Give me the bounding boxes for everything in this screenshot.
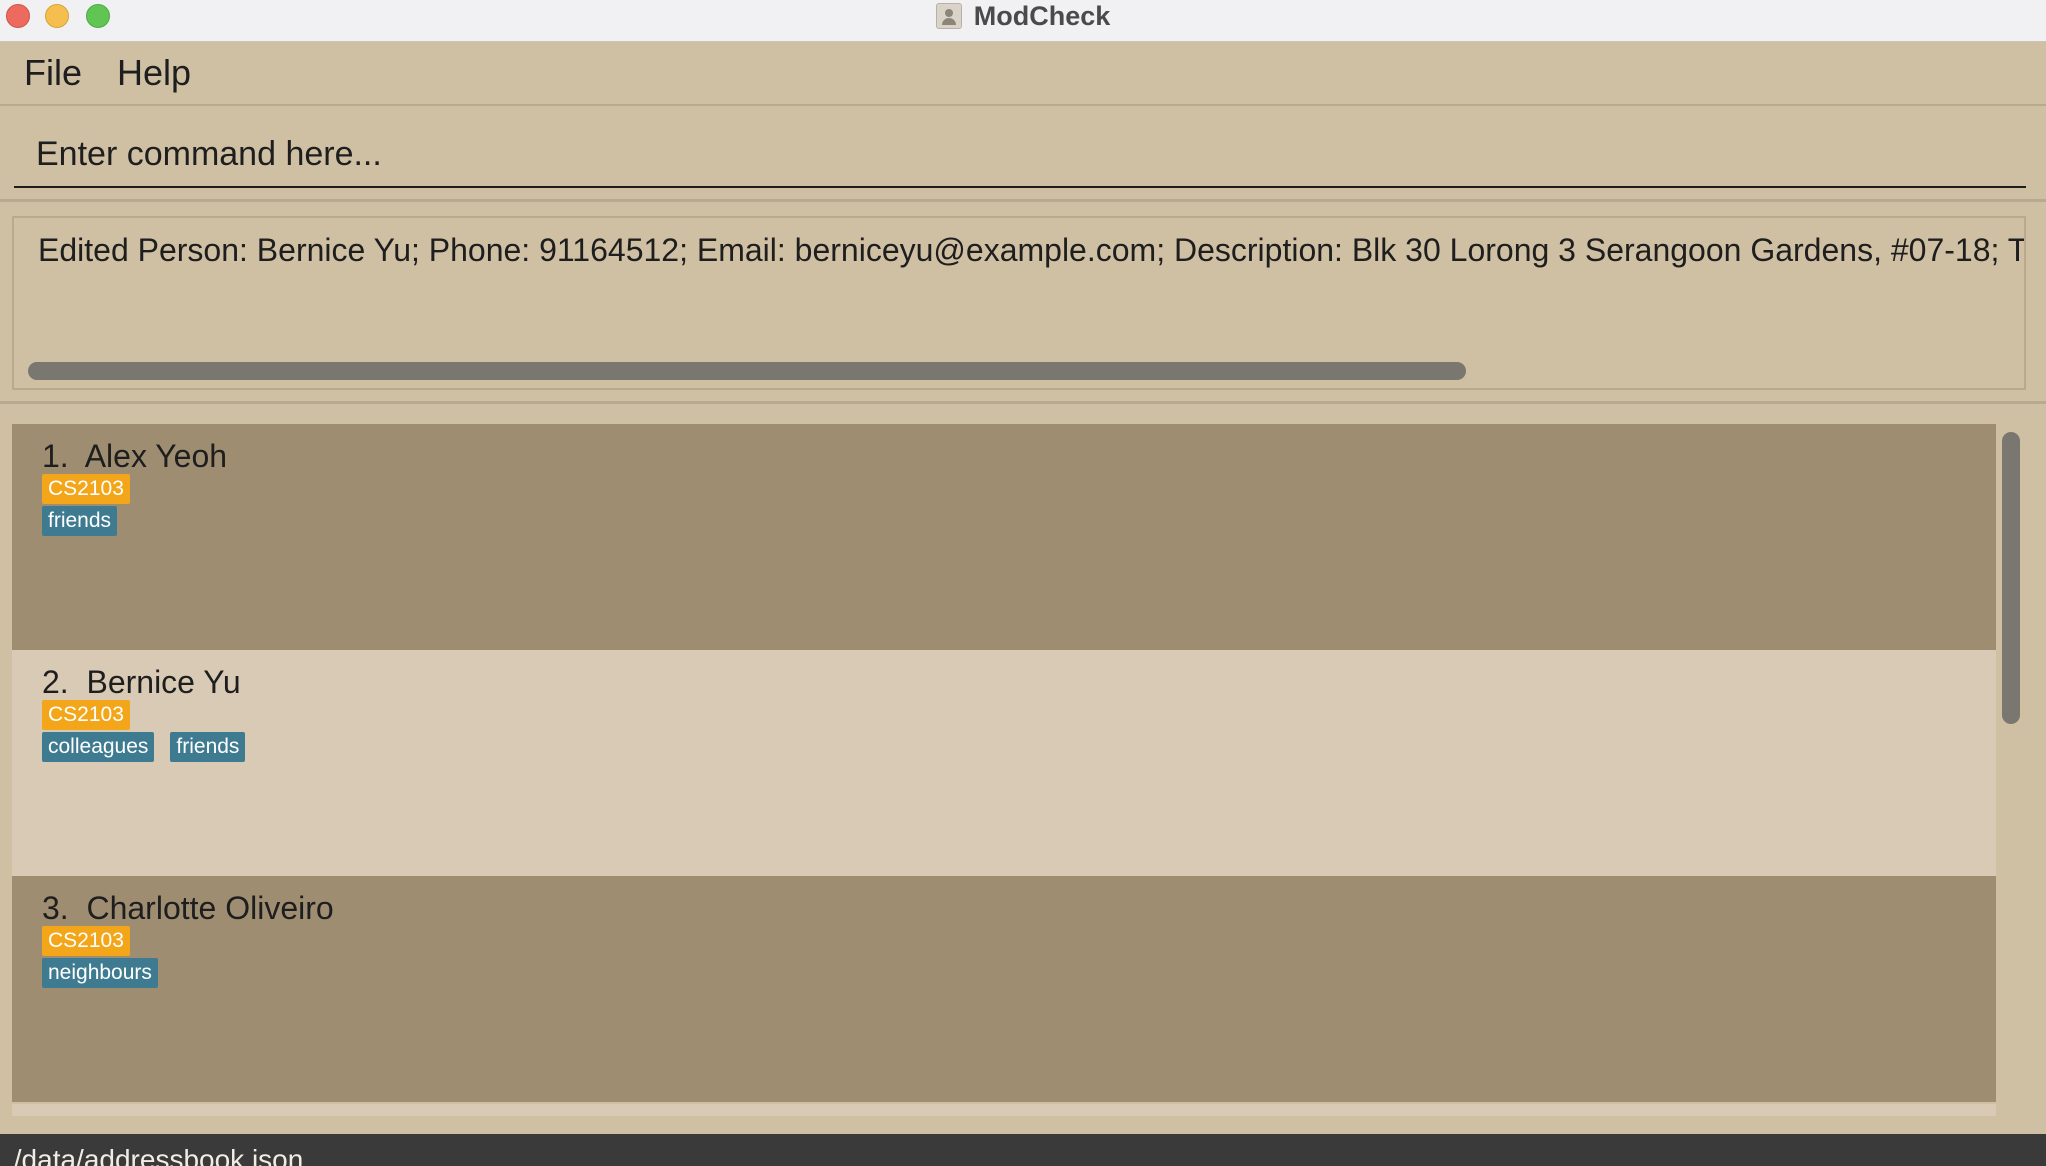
- command-input[interactable]: [14, 122, 2026, 188]
- module-tag: CS2103: [42, 474, 130, 504]
- person-index: 1.: [42, 438, 69, 474]
- menu-file[interactable]: File: [24, 52, 82, 94]
- person-card[interactable]: 3. Charlotte Oliveiro CS2103 neighbours: [12, 876, 1996, 1102]
- group-tag: colleagues: [42, 732, 155, 762]
- module-tags: CS2103: [42, 700, 130, 730]
- person-card[interactable]: 2. Bernice Yu CS2103 colleagues friends: [12, 650, 1996, 876]
- person-name: Charlotte Oliveiro: [86, 890, 334, 926]
- group-tag: neighbours: [42, 958, 158, 988]
- person-name: Bernice Yu: [86, 664, 241, 700]
- group-tags: colleagues friends: [42, 732, 246, 762]
- menu-bar: File Help: [0, 42, 2046, 106]
- person-name: Alex Yeoh: [84, 438, 228, 474]
- module-tag: CS2103: [42, 700, 130, 730]
- result-display[interactable]: Edited Person: Bernice Yu; Phone: 911645…: [12, 216, 2026, 390]
- window-title: ModCheck: [973, 0, 1111, 31]
- group-tag: friends: [42, 506, 118, 536]
- person-name-line: 1. Alex Yeoh: [42, 438, 227, 475]
- module-tags: CS2103: [42, 474, 130, 504]
- result-message: Edited Person: Bernice Yu; Phone: 911645…: [38, 232, 2024, 268]
- command-box: [0, 106, 2046, 202]
- person-card[interactable]: 1. Alex Yeoh CS2103 friends: [12, 424, 1996, 650]
- result-display-panel: Edited Person: Bernice Yu; Phone: 911645…: [0, 202, 2046, 404]
- status-bar: ./data/addressbook.json: [0, 1134, 2046, 1166]
- group-tags: neighbours: [42, 958, 158, 988]
- person-name-line: 2. Bernice Yu: [42, 664, 241, 701]
- next-card-edge: [12, 1104, 1996, 1116]
- title-group: ModCheck: [0, 0, 2046, 32]
- person-list: 1. Alex Yeoh CS2103 friends 2. Bernice Y…: [0, 404, 2046, 1134]
- list-vertical-scrollbar[interactable]: [2002, 432, 2020, 724]
- group-tag: friends: [170, 732, 246, 762]
- person-index: 3.: [42, 890, 69, 926]
- person-index: 2.: [42, 664, 69, 700]
- app-icon: [935, 3, 962, 29]
- module-tag: CS2103: [42, 926, 130, 956]
- menu-help[interactable]: Help: [117, 52, 191, 94]
- title-bar: ModCheck: [0, 0, 2046, 42]
- module-tags: CS2103: [42, 926, 130, 956]
- result-horizontal-scrollbar[interactable]: [28, 362, 1466, 380]
- save-location: ./data/addressbook.json: [6, 1144, 304, 1166]
- app-window: ModCheck File Help Edited Person: Bernic…: [0, 0, 2046, 1166]
- person-name-line: 3. Charlotte Oliveiro: [42, 890, 334, 927]
- group-tags: friends: [42, 506, 118, 536]
